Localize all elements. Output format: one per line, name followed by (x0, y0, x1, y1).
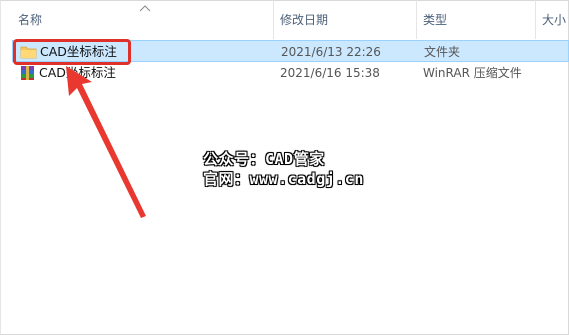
watermark-line1: 公众号：CAD管家 (203, 150, 325, 168)
watermark-line2: 官网：www.cadgj.cn (203, 170, 364, 188)
